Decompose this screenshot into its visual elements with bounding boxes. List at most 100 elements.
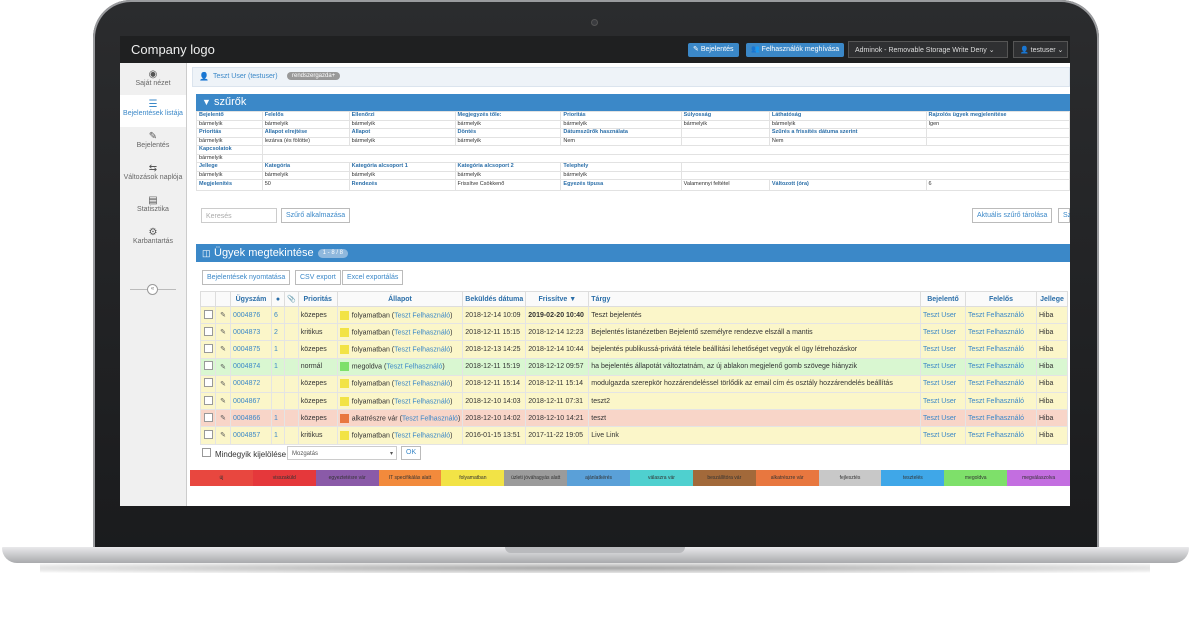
- filter-label[interactable]: Egyezés típusa: [560, 179, 682, 191]
- edit-icon[interactable]: ✎: [215, 409, 231, 428]
- current-user-link[interactable]: Teszt User (testuser): [213, 73, 278, 80]
- table-row[interactable]: ✎ 0004874 1 normál megoldva (Teszt Felhaszná…: [200, 357, 1068, 376]
- status-assignee-link[interactable]: Teszt Felhasználó: [394, 329, 450, 336]
- filter-label[interactable]: Megjelenítés: [196, 179, 263, 191]
- filters-header[interactable]: ▼ szűrők: [196, 94, 1070, 111]
- row-checkbox[interactable]: [203, 378, 213, 388]
- issue-reporter[interactable]: Teszt User: [920, 357, 966, 376]
- issue-subject[interactable]: teszt2: [588, 391, 921, 411]
- filter-label[interactable]: Rendezés: [348, 179, 456, 191]
- row-checkbox[interactable]: [203, 326, 213, 336]
- issue-owner[interactable]: Teszt Felhasználó: [965, 409, 1037, 428]
- issue-id-link[interactable]: 0004874: [230, 357, 272, 376]
- table-row[interactable]: ✎ 0004857 1 kritikus folyamatban (Teszt Felh…: [200, 426, 1068, 445]
- filter-label[interactable]: Láthatóság: [768, 111, 927, 121]
- issue-id-link[interactable]: 0004866: [230, 409, 272, 428]
- edit-icon[interactable]: ✎: [215, 426, 231, 445]
- issue-id-link[interactable]: 0004875: [230, 340, 272, 359]
- apply-filter-button[interactable]: Szűrő alkalmazása: [281, 208, 351, 223]
- filter-label[interactable]: Ellenőrzi: [348, 111, 456, 121]
- issues-header[interactable]: ◫ Ügyek megtekintése 1 - 8 / 8: [196, 244, 1070, 262]
- csv-export-button[interactable]: CSV export: [295, 270, 341, 285]
- filter-label[interactable]: Telephely: [560, 162, 682, 172]
- issue-subject[interactable]: bejelentés publikussá-privátá tétele beá…: [588, 340, 921, 359]
- row-checkbox[interactable]: [203, 361, 213, 371]
- status-assignee-link[interactable]: Teszt Felhasználó: [394, 346, 450, 353]
- filter-label[interactable]: Kategória alcsoport 2: [454, 162, 562, 172]
- issue-id-link[interactable]: 0004857: [230, 426, 272, 445]
- table-row[interactable]: ✎ 0004866 1 közepes alkatrészre vár (Teszt F…: [200, 409, 1068, 428]
- issue-subject[interactable]: modulgazda szerepkör hozzárendeléssel tö…: [588, 374, 921, 393]
- row-checkbox[interactable]: [203, 429, 213, 439]
- select-all-checkbox[interactable]: [202, 448, 211, 457]
- status-assignee-link[interactable]: Teszt Felhasználó: [386, 364, 442, 371]
- edit-icon[interactable]: ✎: [215, 323, 231, 342]
- table-row[interactable]: ✎ 0004867 közepes folyamatban (Teszt Felhas…: [200, 391, 1068, 411]
- table-row[interactable]: ✎ 0004873 2 kritikus folyamatban (Teszt Felh…: [200, 323, 1068, 342]
- row-checkbox[interactable]: [203, 343, 213, 353]
- row-checkbox[interactable]: [203, 395, 213, 405]
- filter-label[interactable]: Döntés: [454, 128, 562, 138]
- col-subject[interactable]: Tárgy: [588, 291, 921, 307]
- filter-label[interactable]: Súlyosság: [680, 111, 770, 121]
- col-notes[interactable]: ●: [271, 291, 285, 307]
- filter-label[interactable]: Változott (óra): [768, 179, 927, 191]
- sidebar-item-report[interactable]: ✎ Bejelentés: [120, 127, 186, 159]
- sidebar-item-maintenance[interactable]: ⚙ Karbantartás: [120, 223, 186, 255]
- excel-export-button[interactable]: Excel exportálás: [342, 270, 404, 285]
- filter-label[interactable]: Rajzolós ügyek megjelenítése: [925, 111, 1070, 121]
- issue-reporter[interactable]: Teszt User: [920, 323, 966, 342]
- project-select[interactable]: Adminok - Removable Storage Write Deny ⌄: [848, 41, 1008, 58]
- row-checkbox[interactable]: [203, 309, 213, 319]
- issue-owner[interactable]: Teszt Felhasználó: [965, 305, 1037, 325]
- edit-icon[interactable]: ✎: [215, 340, 231, 359]
- search-input[interactable]: Keresés: [201, 208, 277, 223]
- issue-id-link[interactable]: 0004873: [230, 323, 272, 342]
- issue-reporter[interactable]: Teszt User: [920, 409, 966, 428]
- issue-subject[interactable]: teszt: [588, 409, 921, 428]
- user-menu[interactable]: 👤 testuser ⌄: [1013, 41, 1068, 58]
- issue-id-link[interactable]: 0004867: [230, 391, 272, 411]
- sidebar-item-statistics[interactable]: ▤ Statisztika: [120, 191, 186, 223]
- filter-label[interactable]: Kategória: [261, 162, 350, 172]
- issue-reporter[interactable]: Teszt User: [920, 426, 966, 445]
- col-attach[interactable]: 📎: [284, 291, 299, 307]
- filter-label[interactable]: Prioritás: [196, 128, 263, 138]
- issue-reporter[interactable]: Teszt User: [920, 305, 966, 325]
- edit-icon[interactable]: ✎: [215, 305, 231, 325]
- filter-label[interactable]: Állapot: [348, 128, 456, 138]
- invite-users-button[interactable]: 👥 Felhasználók meghívása: [746, 43, 845, 57]
- filter-label[interactable]: Szűrés a frissítés dátuma szerint: [768, 128, 927, 138]
- status-assignee-link[interactable]: Teszt Felhasználó: [394, 398, 450, 405]
- filter-label[interactable]: Kategória alcsoport 1: [348, 162, 456, 172]
- row-checkbox[interactable]: [203, 412, 213, 422]
- save-filter-button[interactable]: Aktuális szűrő tárolása: [972, 208, 1053, 223]
- col-sent[interactable]: Beküldés dátuma: [462, 291, 527, 307]
- col-updated[interactable]: Frissítve ▼: [525, 291, 590, 307]
- table-row[interactable]: ✎ 0004872 közepes folyamatban (Teszt Felhas…: [200, 374, 1068, 393]
- col-priority[interactable]: Prioritás: [297, 291, 338, 307]
- issue-reporter[interactable]: Teszt User: [920, 391, 966, 411]
- issue-reporter[interactable]: Teszt User: [920, 374, 966, 393]
- sidebar-item-own-view[interactable]: ◉ Saját nézet: [120, 65, 186, 97]
- extra-filter-button[interactable]: Sz: [1058, 208, 1070, 223]
- col-id[interactable]: Ügyszám: [230, 291, 272, 307]
- edit-icon[interactable]: ✎: [215, 357, 231, 376]
- issue-subject[interactable]: ha bejelentés állapotát változtatnám, az…: [588, 357, 921, 376]
- sidebar-item-issue-list[interactable]: ☰ Bejelentések listája: [120, 95, 186, 127]
- issue-owner[interactable]: Teszt Felhasználó: [965, 357, 1037, 376]
- sidebar-item-changelog[interactable]: ⇆ Változások naplója: [120, 159, 186, 191]
- filter-label[interactable]: Kapcsolatok: [196, 145, 263, 155]
- issue-subject[interactable]: Bejelentés listanézetben Bejelentő szemé…: [588, 323, 921, 342]
- report-button[interactable]: ✎ Bejelentés: [688, 43, 739, 57]
- issue-owner[interactable]: Teszt Felhasználó: [965, 340, 1037, 359]
- table-row[interactable]: ✎ 0004876 6 közepes folyamatban (Teszt Felha…: [200, 305, 1068, 325]
- filter-label[interactable]: [680, 128, 770, 138]
- status-assignee-link[interactable]: Teszt Felhasználó: [394, 381, 450, 388]
- filter-label[interactable]: Állapot elrejtése: [261, 128, 350, 138]
- filter-label[interactable]: Jellege: [196, 162, 263, 172]
- status-assignee-link[interactable]: Teszt Felhasználó: [394, 432, 450, 439]
- issue-id-link[interactable]: 0004872: [230, 374, 272, 393]
- table-row[interactable]: ✎ 0004875 1 közepes folyamatban (Teszt Felha…: [200, 340, 1068, 359]
- status-assignee-link[interactable]: Teszt Felhasználó: [394, 312, 450, 319]
